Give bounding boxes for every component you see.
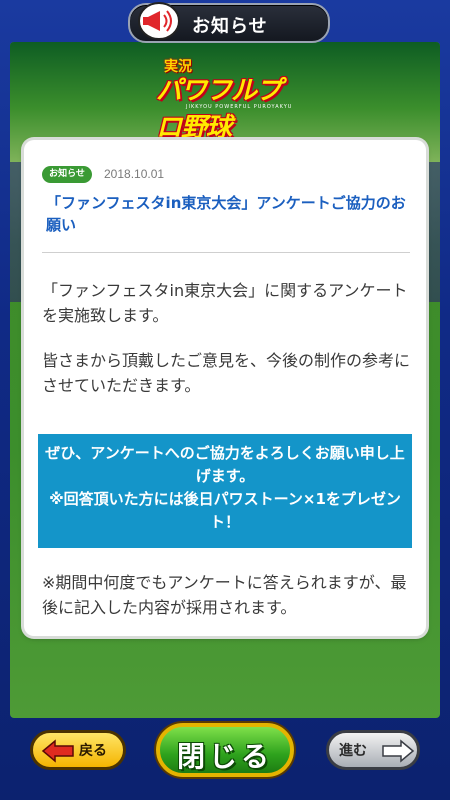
back-button[interactable]: 戻る <box>30 730 126 770</box>
notice-headline: 「ファンフェスタin東京大会」アンケートご協力のお願い <box>46 194 406 234</box>
megaphone-icon <box>138 2 180 40</box>
close-button-label: 閉じる <box>176 740 273 773</box>
next-button[interactable]: 進む <box>326 730 420 770</box>
notice-card[interactable]: お知らせ 2018.10.01 「ファンフェスタin東京大会」アンケートご協力の… <box>24 140 426 636</box>
notice-badge: お知らせ <box>42 166 92 183</box>
notice-paragraph-2: 皆さまから頂戴したご意見を、今後の制作の参考にさせていただきます。 <box>42 351 411 395</box>
notice-highlight-box: ぜひ、アンケートへのご協力をよろしくお願い申し上げます。 ※回答頂いた方には後日… <box>38 434 412 548</box>
highlight-line-1: ぜひ、アンケートへのご協力をよろしくお願い申し上げます。 <box>45 444 405 485</box>
logo-sub-text: JIKKYOU POWERFUL PUROYAKYU <box>186 104 293 110</box>
highlight-line-2: ※回答頂いた方には後日パワストーン×1をプレゼント！ <box>49 490 401 531</box>
notice-date: 2018.10.01 <box>104 167 165 181</box>
notice-paragraph-3: ※期間中何度でもアンケートに答えられますが、最後に記入した内容が採用されます。 <box>42 573 407 617</box>
header-title: お知らせ <box>192 16 268 37</box>
divider <box>42 252 410 253</box>
arrow-right-icon <box>382 739 415 763</box>
close-button[interactable]: 閉じる <box>156 723 294 777</box>
game-logo: 実況 パワフルプロ野球 JIKKYOU POWERFUL PUROYAKYU <box>156 56 296 143</box>
next-button-label: 進む <box>339 743 367 759</box>
header-bar: お知らせ <box>128 2 330 43</box>
notice-paragraph-1: 「ファンフェスタin東京大会」に関するアンケートを実施致します。 <box>42 281 408 325</box>
arrow-left-icon <box>41 739 74 763</box>
back-button-label: 戻る <box>79 743 107 759</box>
